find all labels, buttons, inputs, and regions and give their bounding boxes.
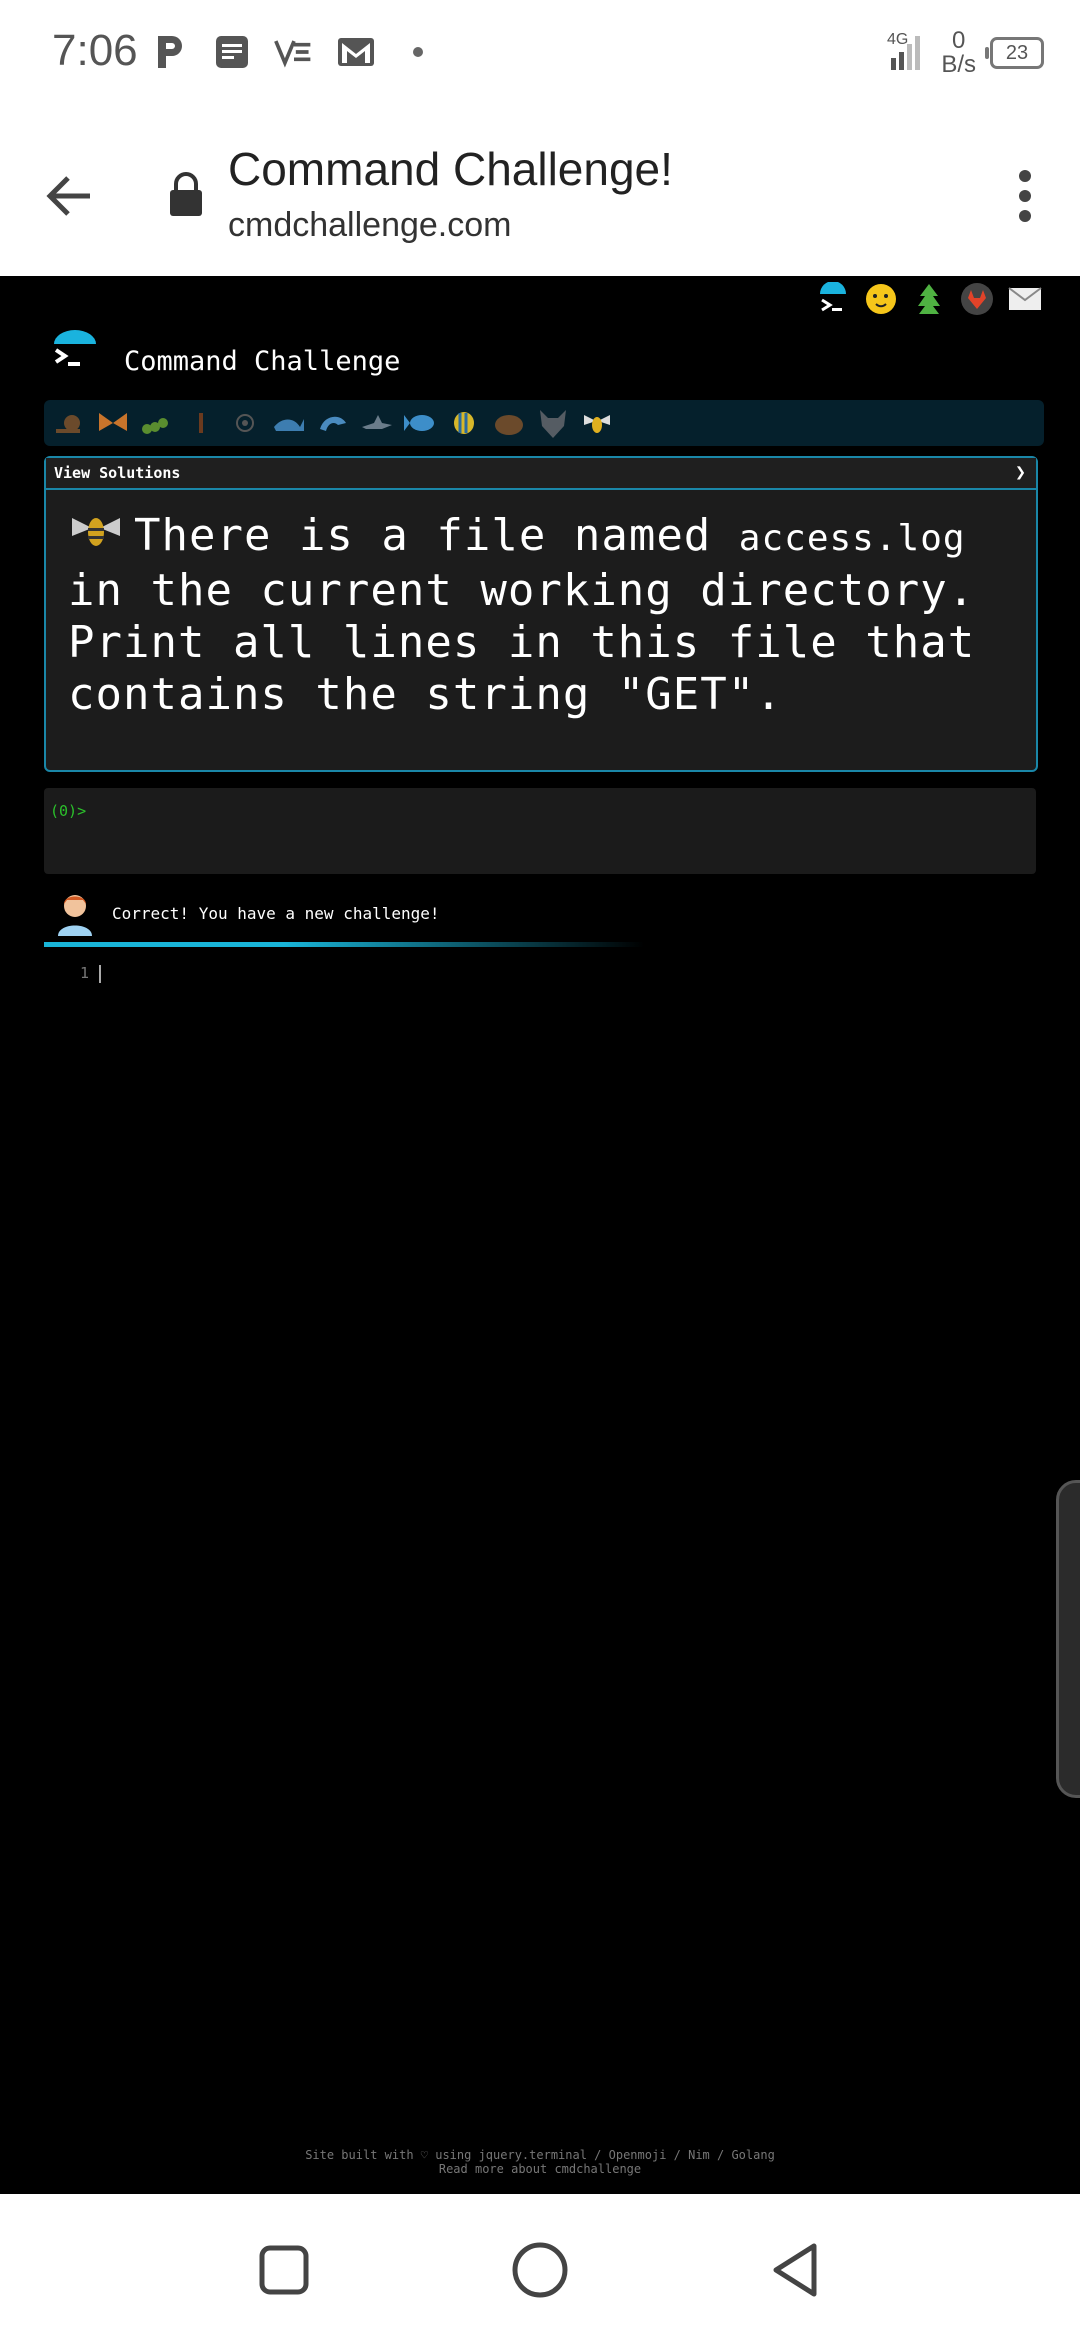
gitlab-icon[interactable] [960,282,994,316]
footer-about-link[interactable]: Read more about cmdchallenge [0,2162,1080,2176]
view-solutions-label: View Solutions [54,464,181,482]
home-button[interactable] [510,2240,570,2300]
recents-button[interactable] [254,2240,314,2300]
bee-icon[interactable] [580,407,614,439]
challenge-text-before: There is a file named [134,510,739,561]
emoji-icon[interactable] [864,282,898,316]
bee-icon [68,510,124,554]
signal-icon: 4G [887,28,927,77]
back-arrow-icon [46,176,90,216]
line-number: 1 [80,964,90,982]
site-logo-icon[interactable] [52,330,98,374]
overflow-menu-button[interactable] [1018,166,1032,226]
fish-icon[interactable] [404,407,438,439]
dolphin-icon[interactable] [316,407,350,439]
clock: 7:06 [52,26,138,75]
circle-icon [512,2242,568,2298]
terminal-prompt: (0)> [50,802,87,820]
mail-icon[interactable] [1008,282,1042,316]
url-text[interactable]: cmdchallenge.com [228,206,511,245]
whale-icon[interactable] [272,407,306,439]
person-avatar-icon [54,890,96,936]
side-panel-handle[interactable] [1056,1480,1080,1798]
notes-icon [212,32,252,72]
browser-toolbar: Command Challenge! cmdchallenge.com [0,110,1080,276]
caterpillar-icon[interactable] [140,407,174,439]
square-icon [259,2245,309,2295]
tree-icon[interactable] [912,282,946,316]
view-solutions-toggle[interactable]: View Solutions ❯ [46,458,1036,490]
terminal-icon[interactable] [816,281,850,316]
butterfly-icon[interactable] [96,407,130,439]
shell-icon[interactable] [228,407,262,439]
feedback-row: Correct! You have a new challenge! [54,890,440,936]
dot-icon [398,32,438,72]
triangle-back-icon [773,2243,817,2297]
site-title[interactable]: Command Challenge [124,346,400,377]
wolf-icon[interactable] [536,407,570,439]
tropical-fish-icon[interactable] [448,407,482,439]
shark-icon[interactable] [360,407,394,439]
status-bar: 7:06 4G 0 B/s 23 [0,0,1080,110]
footer: Site built with ♡ using jquery.terminal … [0,2148,1080,2176]
gmail-icon [336,32,376,72]
page-title[interactable]: Command Challenge! [228,142,673,196]
vs-icon [274,32,314,72]
level-selector [44,400,1044,446]
footer-credits: Site built with ♡ using jquery.terminal … [305,2148,775,2162]
speed-value: 0 [951,26,966,54]
back-nav-button[interactable] [766,2240,826,2300]
lock-icon[interactable] [168,168,204,222]
file-name: access.log [738,518,966,559]
web-content: Command Challenge View Solutions ❯ There… [0,276,1080,2194]
hedgehog-icon[interactable] [492,407,526,439]
system-nav-bar [0,2194,1080,2340]
svg-text:4G: 4G [887,31,908,48]
bug-icon[interactable] [184,407,218,439]
text-cursor [99,964,102,983]
system-indicators: 4G 0 B/s 23 [887,28,1044,77]
back-button[interactable] [40,166,100,226]
progress-bar [44,942,644,947]
challenge-panel: View Solutions ❯ There is a file named a… [44,456,1038,772]
more-vert-icon [1019,170,1031,222]
parking-icon [150,32,190,72]
notification-icons [150,32,438,72]
social-links [816,281,1042,316]
snail-icon[interactable] [52,407,86,439]
speed-unit: B/s [941,50,976,78]
code-editor[interactable]: 1 [80,964,102,983]
challenge-text-after: in the current working directory. Print … [68,565,976,720]
feedback-message: Correct! You have a new challenge! [112,903,440,923]
battery-indicator: 23 [985,36,1044,69]
network-speed: 0 B/s [941,26,976,78]
challenge-description: There is a file named access.log in the … [46,490,1036,741]
chevron-right-icon: ❯ [1015,462,1026,483]
terminal-input[interactable]: (0)> [44,788,1036,874]
